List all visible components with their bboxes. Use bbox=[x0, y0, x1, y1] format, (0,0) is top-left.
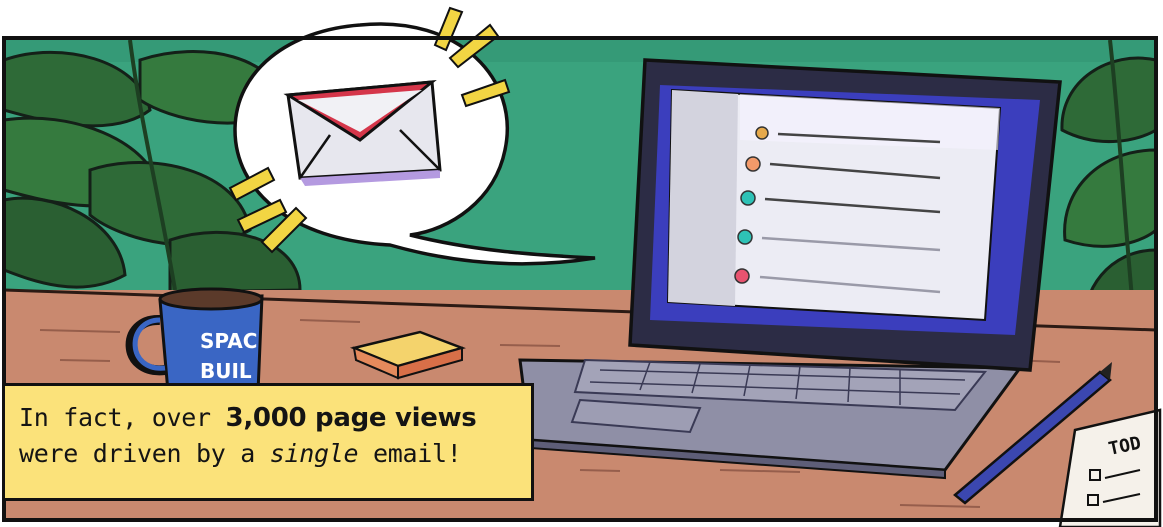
caption-line-1-prefix: In fact, over bbox=[19, 403, 226, 432]
mug-text-bottom: BUIL bbox=[200, 359, 252, 383]
caption-line-2: were driven by a single email! bbox=[19, 436, 521, 472]
caption-line-1: In fact, over 3,000 page views bbox=[19, 400, 521, 436]
caption-line-2-suffix: email! bbox=[358, 439, 462, 468]
caption-line-2-prefix: were driven by a bbox=[19, 439, 270, 468]
mug-text-top: SPAC bbox=[200, 329, 257, 353]
caption-emphasis-single: single bbox=[269, 439, 359, 468]
caption-highlight-page-views: 3,000 page views bbox=[225, 403, 477, 433]
caption-box: In fact, over 3,000 page views were driv… bbox=[2, 383, 534, 501]
email-envelope-icon bbox=[283, 80, 442, 186]
